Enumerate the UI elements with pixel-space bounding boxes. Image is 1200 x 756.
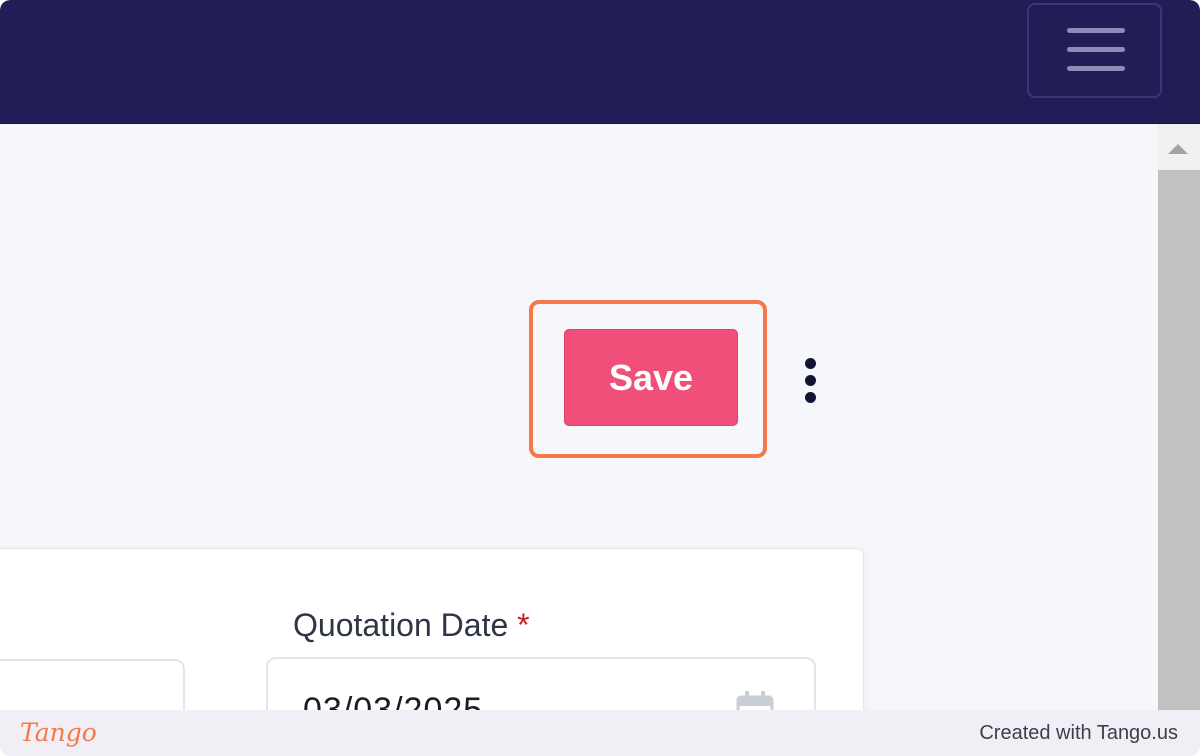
hamburger-line — [1067, 66, 1125, 71]
ellipsis-dot — [805, 392, 816, 403]
quotation-form-card: Quotation Date * 03/03/2025 — [0, 548, 864, 710]
more-options-button[interactable] — [800, 356, 822, 404]
scroll-up-button[interactable] — [1158, 124, 1200, 164]
arrow-up-icon — [1168, 144, 1188, 154]
hamburger-line — [1067, 47, 1125, 52]
ellipsis-dot — [805, 375, 816, 386]
previous-field-input[interactable] — [0, 659, 185, 710]
hamburger-menu-icon — [1067, 28, 1125, 33]
calendar-icon[interactable] — [734, 689, 776, 710]
scrollbar-thumb[interactable] — [1158, 170, 1200, 710]
quotation-date-label-text: Quotation Date — [293, 607, 509, 643]
vertical-ellipsis-icon — [805, 358, 816, 369]
main-content: Save Quotation Date * 03/03/2025 — [0, 124, 1158, 710]
menu-toggle-button[interactable] — [1027, 3, 1162, 98]
footer-credit: Created with Tango.us — [979, 722, 1178, 744]
top-navbar — [0, 0, 1200, 124]
app-window: Save Quotation Date * 03/03/2025 Tango C… — [0, 0, 1200, 756]
quotation-date-input[interactable]: 03/03/2025 — [266, 657, 816, 710]
quotation-date-value: 03/03/2025 — [303, 691, 484, 710]
required-marker: * — [517, 607, 530, 643]
vertical-scrollbar[interactable] — [1158, 124, 1200, 710]
save-button[interactable]: Save — [564, 329, 738, 426]
tango-footer: Tango Created with Tango.us — [0, 710, 1200, 756]
tango-logo: Tango — [20, 718, 97, 747]
quotation-date-label: Quotation Date * — [293, 607, 530, 644]
